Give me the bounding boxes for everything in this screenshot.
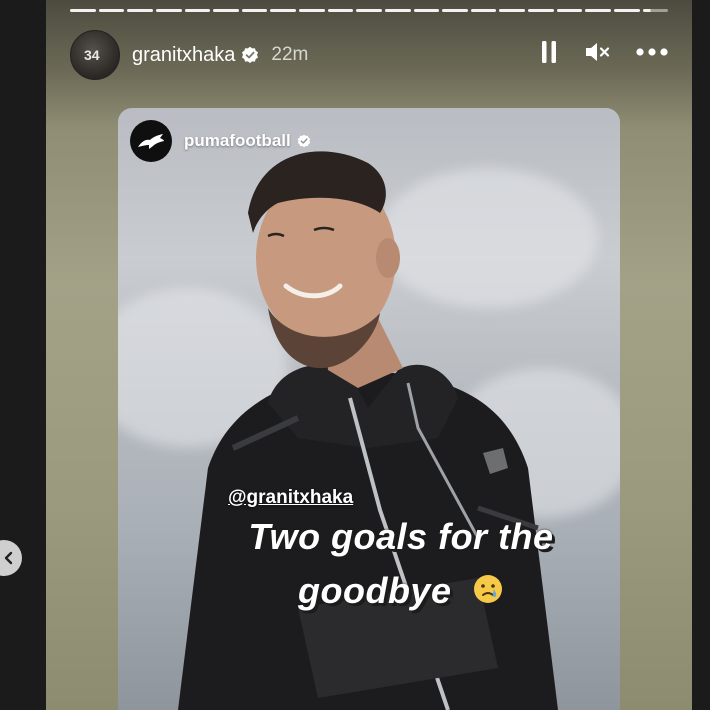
progress-segment bbox=[241, 9, 268, 12]
progress-segment bbox=[384, 9, 411, 12]
progress-segment bbox=[184, 9, 211, 12]
progress-segment bbox=[470, 9, 497, 12]
story-header: 34 granitxhaka 22m bbox=[70, 30, 668, 80]
post-account-name[interactable]: pumafootball bbox=[184, 131, 291, 151]
puma-avatar[interactable] bbox=[130, 120, 172, 162]
progress-segment bbox=[213, 9, 239, 12]
verified-badge-icon bbox=[242, 46, 259, 63]
progress-segment bbox=[585, 9, 611, 12]
mute-button[interactable] bbox=[584, 40, 610, 64]
chevron-left-icon bbox=[4, 551, 13, 565]
progress-segment bbox=[413, 9, 440, 12]
progress-segment bbox=[499, 9, 525, 12]
pause-icon bbox=[542, 41, 556, 63]
progress-segment-current bbox=[642, 9, 669, 12]
story-viewer: 34 granitxhaka 22m pumafootball @granitx… bbox=[46, 0, 692, 710]
puma-cat-icon bbox=[138, 134, 164, 149]
post-header: pumafootball bbox=[130, 120, 311, 162]
progress-segment bbox=[442, 9, 468, 12]
more-options-icon bbox=[636, 48, 668, 56]
story-username[interactable]: granitxhaka bbox=[132, 44, 235, 67]
crying-face-emoji-icon bbox=[472, 566, 504, 620]
story-timestamp: 22m bbox=[271, 44, 309, 65]
progress-segment bbox=[556, 9, 583, 12]
progress-segment bbox=[270, 9, 296, 12]
story-controls bbox=[540, 40, 668, 64]
verified-badge-icon bbox=[297, 134, 310, 148]
caption-line-1: Two goals for the bbox=[248, 516, 554, 557]
progress-segment bbox=[98, 9, 125, 12]
caption-line-2-text: goodbye bbox=[297, 570, 452, 611]
caption-line-2: goodbye bbox=[186, 564, 616, 620]
progress-segment bbox=[528, 9, 554, 12]
story-progress-bar bbox=[70, 9, 669, 13]
progress-segment bbox=[327, 9, 354, 12]
pause-button[interactable] bbox=[540, 40, 558, 64]
right-backdrop bbox=[692, 0, 710, 710]
progress-segment bbox=[127, 9, 153, 12]
progress-segment bbox=[613, 9, 640, 12]
muted-speaker-icon bbox=[586, 43, 610, 61]
previous-story-button[interactable] bbox=[0, 540, 22, 576]
progress-segment bbox=[299, 9, 325, 12]
mention-link[interactable]: @granitxhaka bbox=[228, 487, 353, 509]
more-options-button[interactable] bbox=[636, 47, 668, 57]
progress-segment bbox=[356, 9, 382, 12]
left-backdrop bbox=[0, 0, 46, 710]
avatar[interactable]: 34 bbox=[70, 30, 120, 80]
avatar-jersey-number: 34 bbox=[84, 47, 100, 63]
progress-segment bbox=[70, 9, 96, 12]
progress-segment bbox=[155, 9, 182, 12]
story-caption: Two goals for the goodbye bbox=[186, 510, 616, 620]
